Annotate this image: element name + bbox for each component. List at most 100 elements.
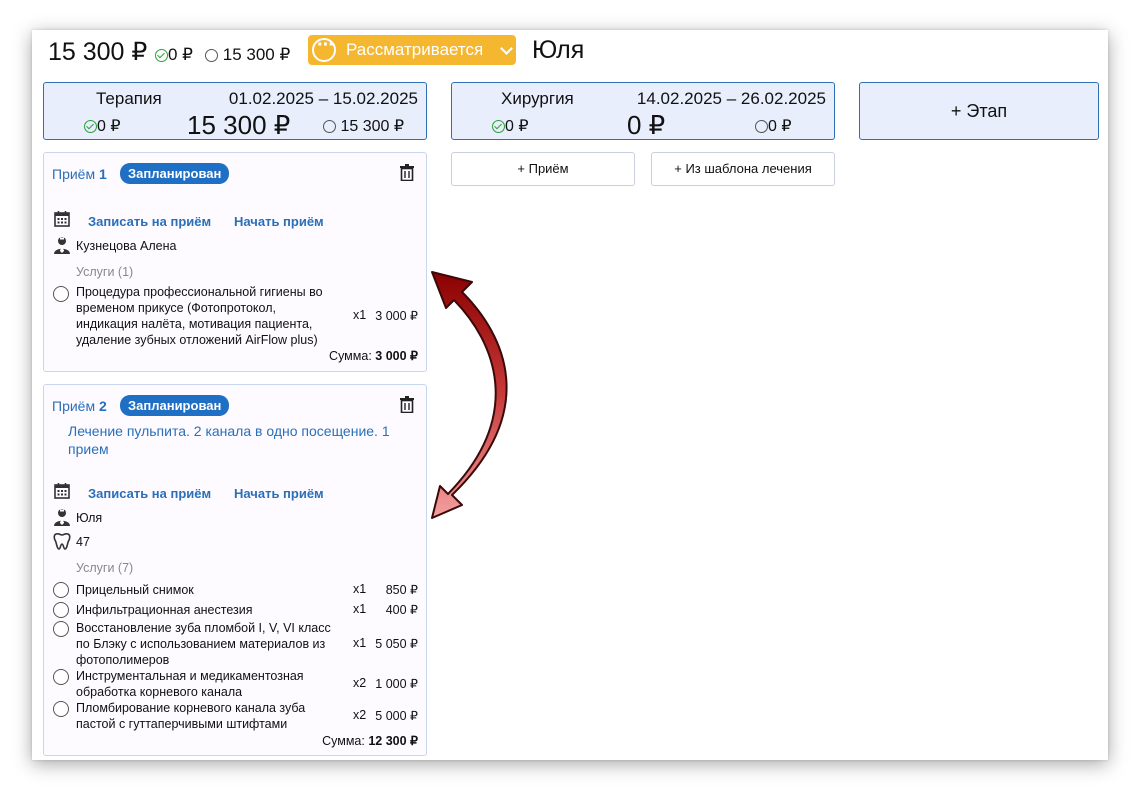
service-name-line: фотополимеров — [76, 653, 170, 667]
service-price: 1 000 ₽ — [375, 677, 418, 691]
reorder-arrow-annotation — [431, 271, 508, 519]
service-price: 850 ₽ — [385, 583, 418, 597]
circle-icon — [323, 120, 336, 134]
service-name: Прицельный снимок — [76, 583, 194, 597]
service-qty: x2 — [353, 676, 367, 690]
visit-sum-value: 3 000 ₽ — [375, 349, 418, 363]
visit-number: 2 — [98, 398, 107, 414]
service-name-line: по Блэку с использованием материалов из — [76, 637, 326, 651]
service-name-line: Пломбирование корневого канала зуба — [76, 701, 306, 715]
visit-description[interactable]: Лечение пульпита. 2 канала в одно посеще… — [68, 422, 408, 458]
more-dots-icon — [312, 34, 336, 62]
service-name-line: пастой с гуттаперчивыми штифтами — [76, 717, 288, 731]
stage-name: Хирургия — [501, 89, 574, 108]
stage-remaining: 15 300 ₽ — [323, 116, 404, 136]
arrow-body — [431, 271, 508, 519]
services-header: Услуги (1) — [76, 265, 134, 279]
service-checkbox[interactable] — [53, 701, 69, 717]
check-circle-icon — [155, 49, 168, 63]
stage-name: Терапия — [96, 89, 162, 108]
visit-title-link[interactable]: Приём 2 — [52, 398, 107, 414]
stage-paid-amount: 0 ₽ — [505, 118, 529, 135]
service-checkbox[interactable] — [53, 286, 69, 302]
service-price: 3 000 ₽ — [375, 309, 418, 323]
service-qty: x1 — [353, 636, 367, 650]
plan-status-dropdown[interactable]: Рассматривается — [308, 34, 516, 65]
chevron-down-icon — [500, 42, 513, 55]
service-name: Восстановление зуба пломбой I, V, VI кла… — [76, 620, 331, 668]
service-checkbox[interactable] — [53, 602, 69, 618]
stage-total: 0 ₽ — [627, 110, 666, 140]
visit-title-text: Приём — [52, 166, 96, 182]
plan-paid: 0 ₽ — [155, 45, 193, 65]
service-name-line: обработка корневого канала — [76, 685, 243, 699]
calendar-icon — [53, 210, 71, 228]
service-name-line: удаление зубных отложений AirFlow plus) — [76, 333, 318, 347]
service-qty: x1 — [353, 582, 367, 596]
service-name-line: индикация налёта, мотивация пациента, — [76, 317, 313, 331]
visit-sum-label: Сумма: — [322, 734, 365, 748]
service-name-line: временом прикусе (Фотопротокол, — [76, 301, 276, 315]
services-header: Услуги (7) — [76, 561, 134, 575]
service-qty: x2 — [353, 708, 367, 722]
service-name: Инфильтрационная анестезия — [76, 603, 253, 617]
book-visit-link[interactable]: Записать на приём — [88, 486, 211, 501]
stage-paid: 0 ₽ — [84, 116, 121, 136]
visit-card-1: Приём 1 Запланирован Записать на приём Н… — [43, 152, 427, 372]
service-qty: x1 — [353, 308, 367, 322]
tooth-icon — [53, 532, 71, 550]
stage-dates: 14.02.2025 – 26.02.2025 — [636, 89, 826, 108]
patient-name: Юля — [532, 36, 585, 64]
visit-title-link[interactable]: Приём 1 — [52, 166, 107, 182]
visit-doctor: Юля — [76, 511, 103, 525]
service-price: 5 050 ₽ — [375, 637, 418, 651]
stage-card-therapy[interactable]: Терапия 01.02.2025 – 15.02.2025 0 ₽ 15 3… — [43, 82, 427, 140]
visit-sum: Сумма: 3 000 ₽ — [329, 348, 418, 363]
visit-status-badge: Запланирован — [120, 395, 230, 416]
visit-doctor: Кузнецова Алена — [76, 239, 177, 253]
stage-paid-amount: 0 ₽ — [97, 118, 121, 135]
service-checkbox[interactable] — [53, 621, 69, 637]
service-price: 400 ₽ — [385, 603, 418, 617]
stage-card-surgery[interactable]: Хирургия 14.02.2025 – 26.02.2025 0 ₽ 0 ₽… — [451, 82, 835, 140]
service-checkbox[interactable] — [53, 582, 69, 598]
service-checkbox[interactable] — [53, 669, 69, 685]
doctor-icon — [53, 236, 71, 254]
add-stage-button[interactable]: + Этап — [859, 82, 1099, 140]
plan-paid-amount: 0 ₽ — [168, 45, 193, 64]
visit-sum: Сумма: 12 300 ₽ — [322, 733, 418, 748]
add-visit-button[interactable]: + Приём — [451, 152, 635, 186]
add-from-template-button[interactable]: + Из шаблона лечения — [651, 152, 835, 186]
visit-card-2: Приём 2 Запланирован Лечение пульпита. 2… — [43, 384, 427, 756]
doctor-icon — [53, 508, 71, 526]
service-name-line: Восстановление зуба пломбой I, V, VI кла… — [76, 621, 331, 635]
book-visit-link[interactable]: Записать на приём — [88, 214, 211, 229]
stage-remaining-amount: 15 300 ₽ — [340, 118, 405, 135]
plan-remaining: 15 300 ₽ — [205, 45, 290, 65]
plan-total: 15 300 ₽ — [48, 38, 148, 66]
service-name-line: Процедура профессиональной гигиены во — [76, 285, 323, 299]
visit-tooth: 47 — [76, 535, 90, 549]
service-qty: x1 — [353, 602, 367, 616]
service-name-line: Инструментальная и медикаментозная — [76, 669, 304, 683]
stage-total: 15 300 ₽ — [187, 110, 291, 140]
plan-status-label: Рассматривается — [346, 40, 484, 59]
circle-icon — [205, 49, 218, 63]
service-name: Инструментальная и медикаментозная обраб… — [76, 668, 304, 700]
trash-icon[interactable] — [400, 396, 414, 413]
calendar-icon — [53, 482, 71, 500]
visit-sum-label: Сумма: — [329, 349, 372, 363]
stage-paid: 0 ₽ — [492, 116, 529, 136]
trash-icon[interactable] — [400, 164, 414, 181]
visit-number: 1 — [98, 166, 107, 182]
stage-remaining: 0 ₽ — [755, 116, 792, 136]
stage-dates: 01.02.2025 – 15.02.2025 — [228, 89, 418, 108]
start-visit-link[interactable]: Начать приём — [234, 486, 324, 501]
check-circle-icon — [84, 120, 97, 134]
stage-remaining-amount: 0 ₽ — [768, 118, 792, 135]
start-visit-link[interactable]: Начать приём — [234, 214, 324, 229]
visit-title-text: Приём — [52, 398, 96, 414]
circle-icon — [755, 120, 768, 134]
service-price: 5 000 ₽ — [375, 709, 418, 723]
service-name: Пломбирование корневого канала зуба паст… — [76, 700, 305, 732]
